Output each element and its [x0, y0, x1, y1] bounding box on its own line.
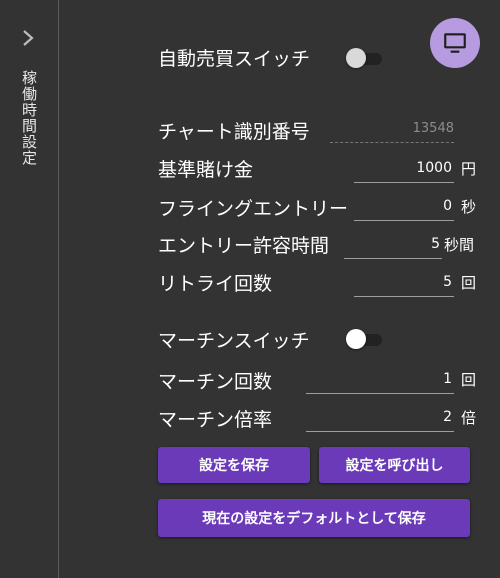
chevron-right-icon[interactable] — [20, 28, 36, 48]
martin-count-input[interactable]: 1 — [308, 371, 452, 387]
sidebar: 稼働時間設定 — [0, 0, 59, 578]
martin-count-label: マーチン回数 — [158, 371, 273, 393]
auto-switch-label: 自動売買スイッチ — [158, 48, 311, 70]
martin-rate-label: マーチン倍率 — [158, 409, 273, 431]
save-settings-button[interactable]: 設定を保存 — [158, 447, 310, 483]
flying-entry-unit: 秒 — [461, 198, 477, 216]
martin-count-underline — [306, 393, 454, 394]
base-bet-input[interactable]: 1000 — [356, 160, 452, 176]
entry-allow-label: エントリー許容時間 — [158, 235, 330, 257]
martin-rate-unit: 倍 — [461, 409, 477, 427]
martin-rate-underline — [306, 431, 454, 432]
flying-entry-underline — [354, 220, 454, 221]
monitor-icon — [444, 33, 466, 53]
martin-toggle[interactable] — [346, 329, 382, 349]
entry-allow-input[interactable]: 5 — [346, 236, 440, 252]
flying-entry-label: フライングエントリー — [158, 198, 349, 220]
entry-allow-unit: 秒間 — [444, 236, 475, 254]
martin-rate-input[interactable]: 2 — [308, 409, 452, 425]
monitor-button[interactable] — [430, 18, 480, 68]
load-settings-button[interactable]: 設定を呼び出し — [319, 447, 470, 483]
sidebar-vertical-title[interactable]: 稼働時間設定 — [19, 70, 40, 166]
flying-entry-input[interactable]: 0 — [356, 198, 452, 214]
chart-id-underline — [330, 142, 454, 143]
base-bet-unit: 円 — [461, 160, 477, 178]
auto-trade-toggle[interactable] — [346, 48, 382, 68]
base-bet-label: 基準賭け金 — [158, 159, 254, 181]
retry-unit: 回 — [461, 274, 477, 292]
entry-allow-underline — [344, 258, 442, 259]
retry-input[interactable]: 5 — [356, 274, 452, 290]
chart-id-input[interactable]: 13548 — [360, 121, 454, 136]
martin-count-unit: 回 — [461, 371, 477, 389]
save-as-default-button[interactable]: 現在の設定をデフォルトとして保存 — [158, 499, 470, 537]
retry-underline — [354, 296, 454, 297]
martin-switch-label: マーチンスイッチ — [158, 330, 310, 352]
retry-label: リトライ回数 — [158, 273, 273, 295]
base-bet-underline — [354, 182, 454, 183]
chart-id-label: チャート識別番号 — [158, 121, 310, 143]
